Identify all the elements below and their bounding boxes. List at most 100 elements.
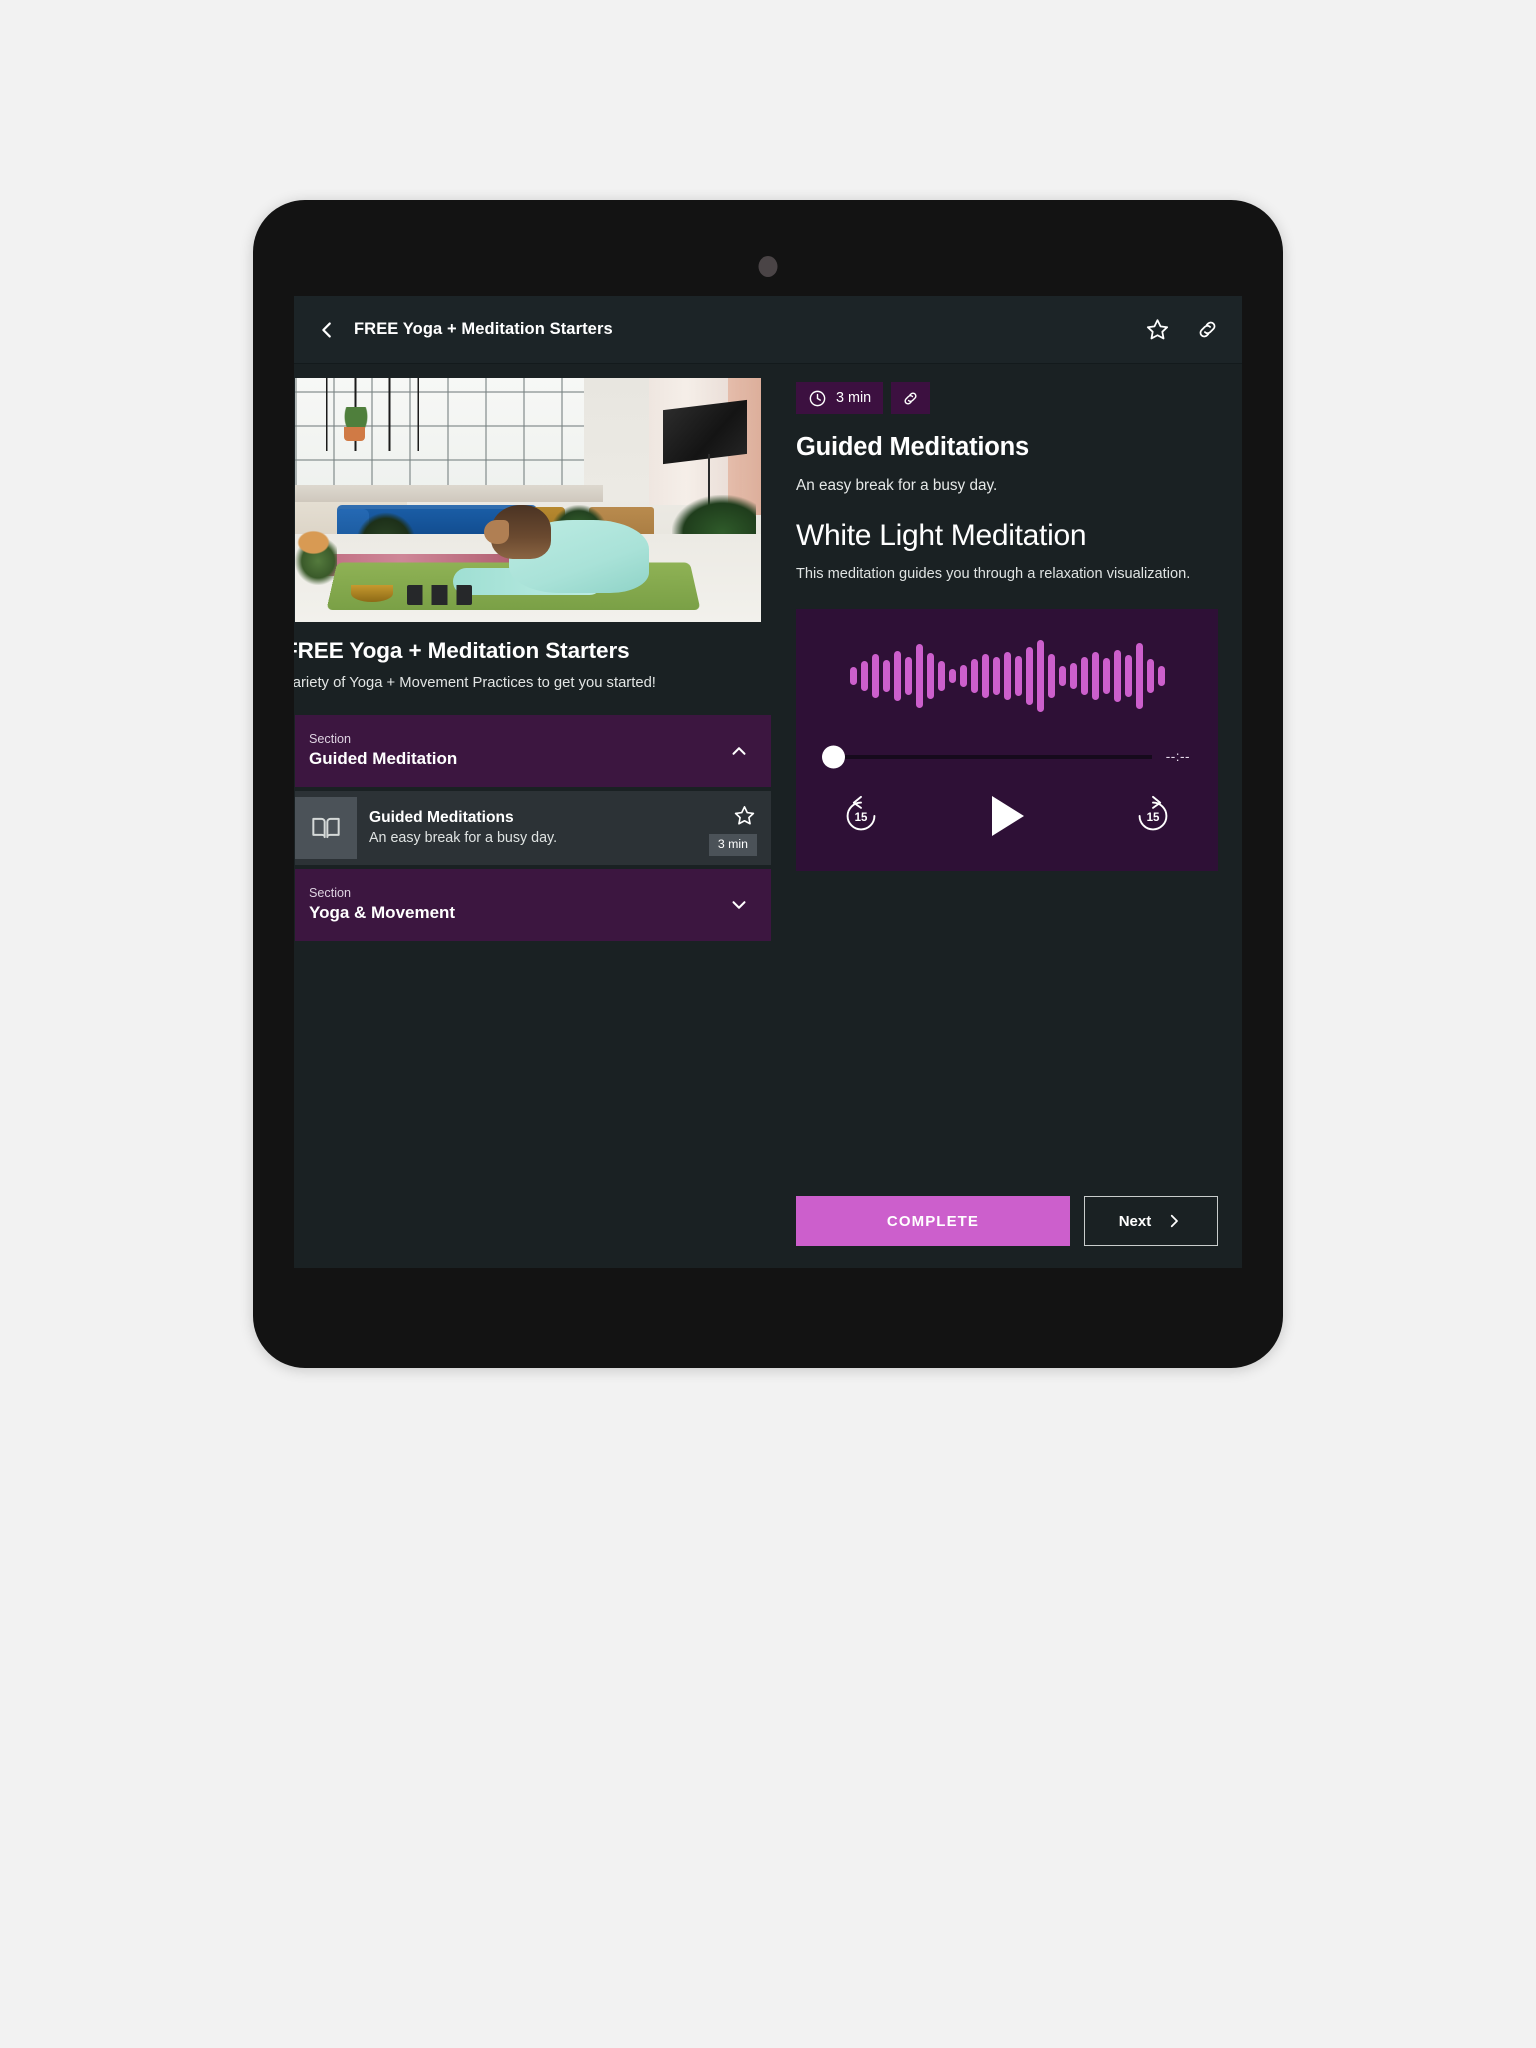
waveform-bar — [1113, 650, 1121, 703]
hero-window-ledge — [295, 485, 603, 503]
screenshot-root: FREE Yoga + Meditation Starters FREE Yog… — [0, 0, 1536, 2048]
waveform-bar — [1146, 659, 1154, 694]
waveform-bar — [849, 667, 857, 686]
waveform-bar — [1124, 655, 1132, 698]
waveform-bar — [959, 665, 967, 688]
waveform-bar — [871, 654, 879, 699]
back-button[interactable] — [314, 317, 340, 343]
audio-waveform — [824, 639, 1190, 713]
audio-player: --:-- 15 15 — [796, 609, 1218, 872]
section-name: Guided Meditation — [309, 749, 458, 769]
lesson-title: Guided Meditations — [369, 808, 514, 826]
waveform-bar — [1091, 652, 1099, 701]
app-bar-left: FREE Yoga + Meditation Starters — [314, 317, 1144, 343]
waveform-bar — [1080, 657, 1088, 696]
lesson-favorite-button[interactable] — [731, 802, 757, 828]
waveform-bar — [904, 657, 912, 696]
lesson-share-button[interactable] — [891, 382, 931, 414]
hero-oil-bottles — [406, 585, 473, 605]
chevron-down-icon — [732, 901, 746, 909]
waveform-bar — [1025, 647, 1033, 706]
waveform-bar — [981, 654, 989, 699]
waveform-bar — [1014, 656, 1022, 697]
favorite-button[interactable] — [1144, 317, 1170, 343]
lesson-content-description: This meditation guides you through a rel… — [796, 565, 1191, 582]
audio-progress-slider[interactable] — [822, 745, 1152, 769]
chevron-up-icon — [732, 747, 746, 755]
front-camera-icon — [758, 256, 778, 277]
waveform-bar — [1036, 640, 1044, 713]
chevron-left-icon — [322, 321, 331, 338]
play-button[interactable] — [985, 792, 1029, 840]
lesson-thumbnail — [295, 796, 357, 859]
tablet-device-frame: FREE Yoga + Meditation Starters FREE Yog… — [253, 200, 1283, 1368]
duration-badge-label: 3 min — [836, 389, 872, 406]
audio-time-label: --:-- — [1165, 749, 1190, 765]
course-hero-image — [295, 378, 761, 622]
share-link-button[interactable] — [1194, 317, 1220, 343]
waveform-bar — [860, 661, 868, 692]
curriculum-list: Section Guided Meditation Guided Meditat… — [294, 714, 774, 941]
next-button-label: Next — [1118, 1212, 1152, 1230]
next-button[interactable]: Next — [1083, 1196, 1218, 1246]
forward-15-button[interactable]: 15 — [1130, 793, 1176, 839]
waveform-bar — [970, 659, 978, 694]
tablet-screen: FREE Yoga + Meditation Starters FREE Yog… — [294, 296, 1242, 1268]
app-bar: FREE Yoga + Meditation Starters — [294, 296, 1242, 364]
rewind-15-button[interactable]: 15 — [838, 793, 884, 839]
chevron-right-icon — [1171, 1214, 1179, 1228]
section-kicker: Section — [309, 886, 352, 901]
waveform-bar — [926, 653, 934, 700]
waveform-bar — [915, 644, 923, 709]
course-title: FREE Yoga + Meditation Starters — [294, 638, 630, 663]
lesson-subtitle: An easy break for a busy day. — [369, 829, 558, 846]
hero-softbox-light — [663, 399, 748, 464]
audio-progress-knob[interactable] — [822, 745, 845, 769]
lesson-content-title: White Light Meditation — [796, 519, 1087, 553]
svg-text:15: 15 — [855, 812, 868, 824]
audio-seek-row: --:-- — [822, 745, 1190, 769]
section-header-guided-meditation[interactable]: Section Guided Meditation — [295, 714, 771, 787]
lesson-subheading: An easy break for a busy day. — [796, 477, 998, 495]
waveform-bar — [893, 651, 901, 702]
lesson-heading: Guided Meditations — [796, 433, 1029, 461]
section-kicker: Section — [309, 732, 352, 747]
star-outline-icon — [734, 805, 754, 825]
waveform-bar — [1069, 663, 1077, 690]
waveform-bar — [882, 660, 890, 693]
section-toggle-button[interactable] — [727, 893, 751, 917]
complete-button[interactable]: COMPLETE — [796, 1196, 1070, 1246]
app-bar-actions — [1144, 317, 1220, 343]
hero-dog — [295, 529, 333, 557]
course-description: Variety of Yoga + Movement Practices to … — [294, 674, 656, 691]
waveform-bar — [1003, 652, 1011, 701]
hero-terracotta-pot — [343, 426, 365, 442]
link-icon — [904, 391, 917, 405]
waveform-bar — [1047, 654, 1055, 699]
audio-transport-controls: 15 15 — [824, 792, 1190, 840]
replay-15-icon: 15 — [846, 795, 876, 831]
lesson-meta: Guided Meditations An easy break for a b… — [369, 809, 709, 847]
duration-badge[interactable]: 3 min — [796, 382, 884, 414]
star-outline-icon — [1146, 319, 1168, 340]
section-header-yoga-movement[interactable]: Section Yoga & Movement — [295, 868, 771, 941]
book-open-icon — [312, 817, 340, 838]
hero-aerial-rings — [318, 378, 449, 452]
course-summary: FREE Yoga + Meditation Starters Variety … — [294, 622, 774, 695]
svg-text:15: 15 — [1147, 812, 1160, 824]
lesson-actions: 3 min — [708, 800, 757, 856]
list-item[interactable]: Guided Meditations An easy break for a b… — [295, 790, 771, 865]
page-title: FREE Yoga + Meditation Starters — [354, 320, 613, 338]
link-icon — [1199, 321, 1215, 338]
waveform-bar — [1135, 643, 1143, 710]
lesson-detail-panel: 3 min Guided Meditations An easy break f… — [774, 364, 1242, 1268]
waveform-bar — [1058, 666, 1066, 687]
section-name: Yoga & Movement — [309, 903, 456, 923]
section-header-text: Section Guided Meditation — [309, 732, 458, 769]
section-toggle-button[interactable] — [727, 739, 751, 763]
waveform-bar — [992, 657, 1000, 696]
waveform-bar — [948, 669, 956, 684]
clock-icon — [809, 390, 826, 406]
waveform-bar — [1157, 666, 1165, 687]
lesson-badge-row: 3 min — [796, 382, 1218, 414]
